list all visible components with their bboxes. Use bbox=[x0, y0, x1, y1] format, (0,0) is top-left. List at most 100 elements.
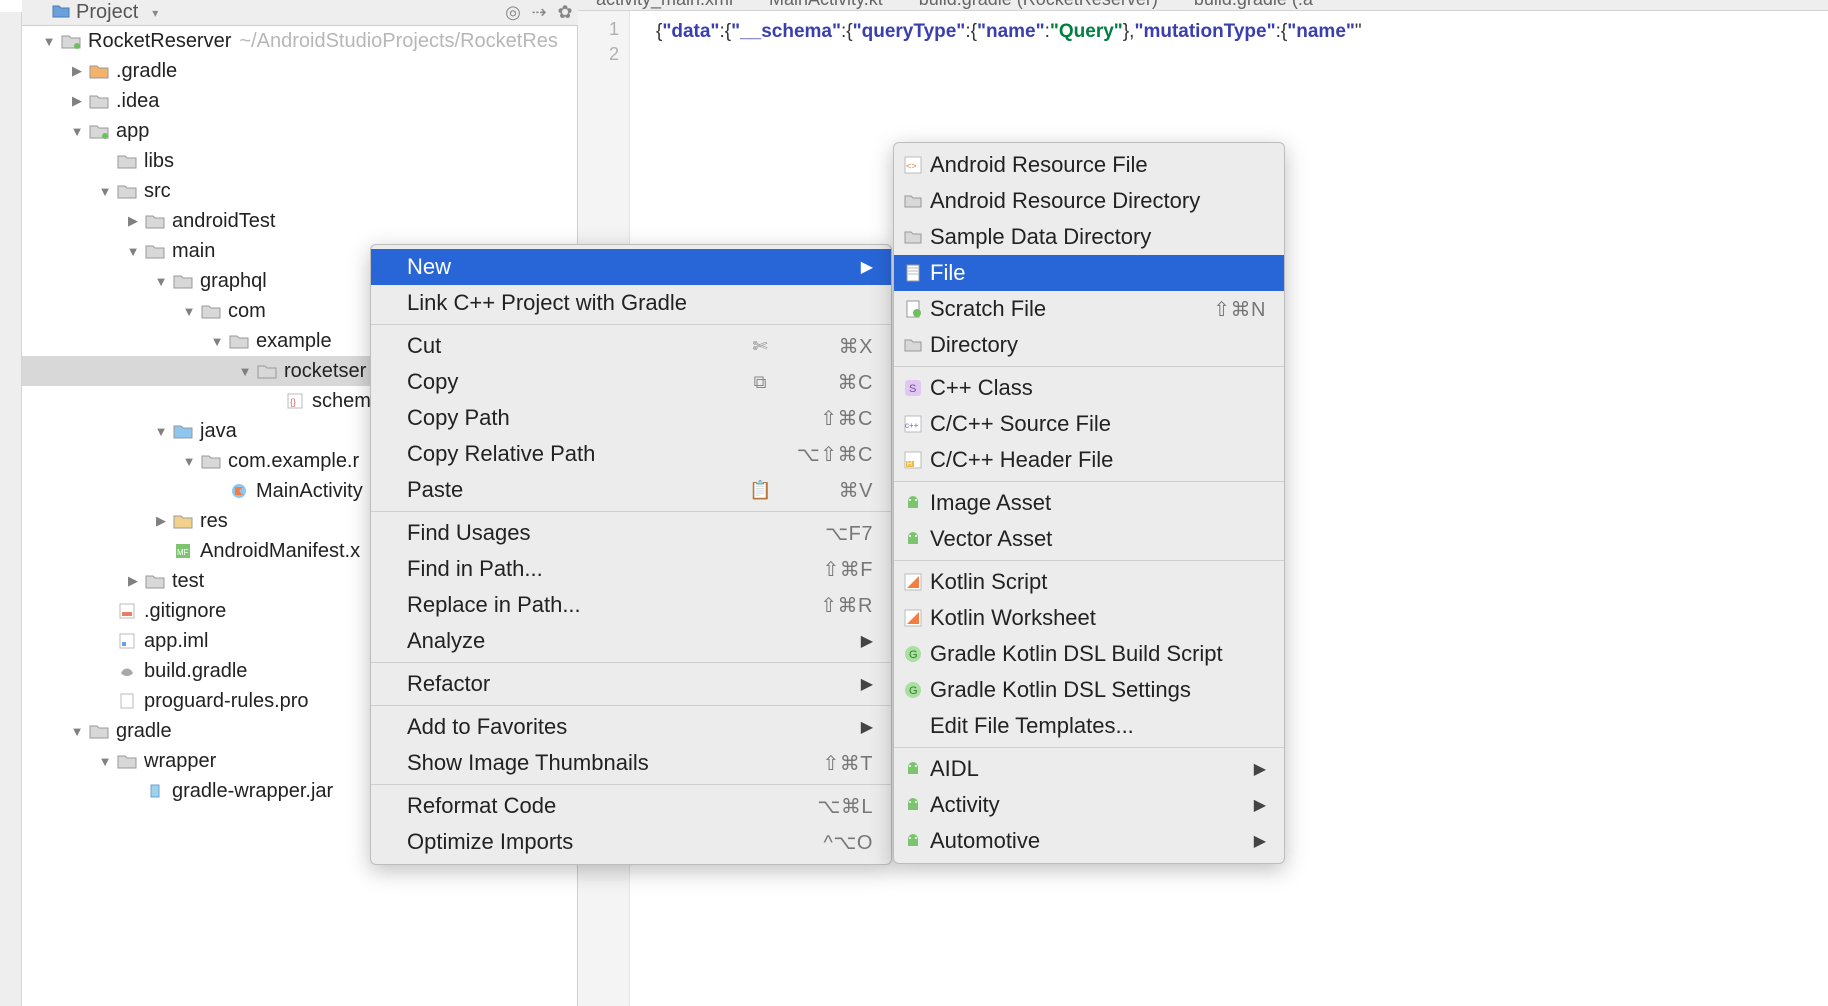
tree-item-label: RocketReserver bbox=[88, 30, 231, 53]
line-number: 2 bbox=[578, 44, 629, 69]
tree-row-src[interactable]: ▼ src bbox=[22, 176, 577, 206]
android-icon bbox=[902, 528, 924, 550]
submenu-item-directory[interactable]: Directory bbox=[894, 327, 1284, 363]
submenu-item-edit-file-templates-[interactable]: Edit File Templates... bbox=[894, 708, 1284, 744]
submenu-item-scratch-file[interactable]: Scratch File⇧⌘N bbox=[894, 291, 1284, 327]
menu-item-link-c-project-with-gradle[interactable]: Link C++ Project with Gradle bbox=[371, 285, 891, 321]
menu-item-label: Link C++ Project with Gradle bbox=[407, 290, 873, 316]
left-tool-strip[interactable] bbox=[0, 12, 22, 1006]
menu-item-find-usages[interactable]: Find Usages⌥F7 bbox=[371, 515, 891, 551]
menu-separator bbox=[371, 784, 891, 785]
submenu-item-aidl[interactable]: AIDL▶ bbox=[894, 751, 1284, 787]
menu-item-replace-in-path-[interactable]: Replace in Path...⇧⌘R bbox=[371, 587, 891, 623]
submenu-item-c-c-header-file[interactable]: HC/C++ Header File bbox=[894, 442, 1284, 478]
submenu-item-sample-data-directory[interactable]: Sample Data Directory bbox=[894, 219, 1284, 255]
menu-item-analyze[interactable]: Analyze▶ bbox=[371, 623, 891, 659]
tree-item-path: ~/AndroidStudioProjects/RocketRes bbox=[239, 30, 558, 53]
chevron-down-icon[interactable]: ▼ bbox=[210, 334, 224, 349]
chevron-down-icon[interactable]: ▼ bbox=[70, 124, 84, 139]
gear-icon[interactable]: ✿ bbox=[552, 2, 578, 23]
cpp-src-icon: c++ bbox=[902, 413, 924, 435]
submenu-item-automotive[interactable]: Automotive▶ bbox=[894, 823, 1284, 859]
tree-row-rocketreserver[interactable]: ▼ RocketReserver ~/AndroidStudioProjects/R… bbox=[22, 26, 577, 56]
menu-item-find-in-path-[interactable]: Find in Path...⇧⌘F bbox=[371, 551, 891, 587]
editor-tabs[interactable]: activity_main.xmlMainActivity.ktbuild.gr… bbox=[578, 0, 1828, 11]
blank-icon bbox=[902, 715, 924, 737]
chevron-down-icon[interactable]: ▼ bbox=[98, 754, 112, 769]
editor-tab[interactable]: build.gradle (:a bbox=[1176, 0, 1331, 10]
editor-tab[interactable]: MainActivity.kt bbox=[751, 0, 901, 10]
tree-item-label: res bbox=[200, 510, 228, 533]
chevron-down-icon[interactable]: ▼ bbox=[238, 364, 252, 379]
chevron-right-icon[interactable]: ▶ bbox=[70, 63, 84, 79]
menu-item-new[interactable]: New▶ bbox=[371, 249, 891, 285]
tree-item-label: src bbox=[144, 180, 171, 203]
submenu-item-android-resource-directory[interactable]: Android Resource Directory bbox=[894, 183, 1284, 219]
menu-shortcut: ⌘C bbox=[838, 370, 873, 395]
submenu-item-c-class[interactable]: SC++ Class bbox=[894, 370, 1284, 406]
tree-row-androidtest[interactable]: ▶androidTest bbox=[22, 206, 577, 236]
folder-icon bbox=[172, 272, 194, 290]
editor-tab[interactable]: activity_main.xml bbox=[578, 0, 751, 10]
tree-row-app[interactable]: ▼ app bbox=[22, 116, 577, 146]
menu-item-paste[interactable]: 📋Paste⌘V bbox=[371, 472, 891, 508]
menu-item-copy-relative-path[interactable]: Copy Relative Path⌥⇧⌘C bbox=[371, 436, 891, 472]
tree-row--idea[interactable]: ▶.idea bbox=[22, 86, 577, 116]
chevron-down-icon[interactable]: ▼ bbox=[98, 184, 112, 199]
svg-text:G: G bbox=[909, 649, 918, 661]
chevron-down-icon[interactable]: ▼ bbox=[182, 454, 196, 469]
menu-item-add-to-favorites[interactable]: Add to Favorites▶ bbox=[371, 709, 891, 745]
tree-row-libs[interactable]: ▶libs bbox=[22, 146, 577, 176]
submenu-item-android-resource-file[interactable]: <>Android Resource File bbox=[894, 147, 1284, 183]
chevron-down-icon[interactable]: ▼ bbox=[182, 304, 196, 319]
code-editor[interactable]: {"data":{"__schema":{"queryType":{"name"… bbox=[656, 11, 1828, 43]
chevron-right-icon[interactable]: ▶ bbox=[70, 93, 84, 109]
submenu-item-kotlin-script[interactable]: Kotlin Script bbox=[894, 564, 1284, 600]
chevron-down-icon[interactable]: ▼ bbox=[154, 424, 168, 439]
submenu-item-vector-asset[interactable]: Vector Asset bbox=[894, 521, 1284, 557]
menu-item-copy[interactable]: ⧉Copy⌘C bbox=[371, 364, 891, 400]
menu-item-cut[interactable]: ✄Cut⌘X bbox=[371, 328, 891, 364]
menu-item-reformat-code[interactable]: Reformat Code⌥⌘L bbox=[371, 788, 891, 824]
tree-item-label: app bbox=[116, 120, 149, 143]
chevron-right-icon[interactable]: ▶ bbox=[154, 513, 168, 529]
submenu-item-image-asset[interactable]: Image Asset bbox=[894, 485, 1284, 521]
menu-item-refactor[interactable]: Refactor▶ bbox=[371, 666, 891, 702]
code-token: "data" bbox=[662, 21, 719, 42]
chevron-right-icon[interactable]: ▶ bbox=[126, 213, 140, 229]
chevron-down-icon[interactable]: ▼ bbox=[42, 34, 56, 49]
submenu-item-activity[interactable]: Activity▶ bbox=[894, 787, 1284, 823]
iml-icon bbox=[116, 632, 138, 650]
target-icon[interactable]: ◎ bbox=[500, 2, 526, 23]
project-dropdown[interactable]: Project bbox=[76, 1, 138, 24]
chevron-down-icon[interactable]: ▾ bbox=[152, 6, 158, 20]
menu-item-label: Copy bbox=[407, 369, 838, 395]
menu-item-label: C/C++ Header File bbox=[930, 447, 1266, 473]
menu-shortcut: ⇧⌘R bbox=[820, 593, 873, 618]
context-menu[interactable]: New▶ Link C++ Project with Gradle ✄Cut⌘X⧉C… bbox=[370, 244, 892, 865]
submenu-item-kotlin-worksheet[interactable]: Kotlin Worksheet bbox=[894, 600, 1284, 636]
submenu-item-file[interactable]: File bbox=[894, 255, 1284, 291]
collapse-icon[interactable]: ⇢ bbox=[526, 2, 552, 23]
menu-item-show-image-thumbnails[interactable]: Show Image Thumbnails⇧⌘T bbox=[371, 745, 891, 781]
file-icon bbox=[902, 262, 924, 284]
tree-item-label: main bbox=[172, 240, 215, 263]
chevron-right-icon[interactable]: ▶ bbox=[126, 573, 140, 589]
tree-row--gradle[interactable]: ▶.gradle bbox=[22, 56, 577, 86]
chevron-right-icon: ▶ bbox=[1254, 795, 1266, 815]
svg-text:<>: <> bbox=[906, 161, 917, 171]
submenu-item-gradle-kotlin-dsl-build-script[interactable]: GGradle Kotlin DSL Build Script bbox=[894, 636, 1284, 672]
menu-item-copy-path[interactable]: Copy Path⇧⌘C bbox=[371, 400, 891, 436]
submenu-item-c-c-source-file[interactable]: c++C/C++ Source File bbox=[894, 406, 1284, 442]
menu-item-optimize-imports[interactable]: Optimize Imports^⌥O bbox=[371, 824, 891, 860]
new-submenu[interactable]: <>Android Resource FileAndroid Resource … bbox=[893, 142, 1285, 864]
menu-shortcut: ⌘V bbox=[839, 478, 873, 503]
chevron-down-icon[interactable]: ▼ bbox=[126, 244, 140, 259]
submenu-item-gradle-kotlin-dsl-settings[interactable]: GGradle Kotlin DSL Settings bbox=[894, 672, 1284, 708]
chevron-down-icon[interactable]: ▼ bbox=[70, 724, 84, 739]
tree-item-label: java bbox=[200, 420, 237, 443]
tree-item-label: wrapper bbox=[144, 750, 216, 773]
editor-tab[interactable]: build.gradle (RocketReserver) bbox=[901, 0, 1176, 10]
chevron-down-icon[interactable]: ▼ bbox=[154, 274, 168, 289]
kotlin-s-icon bbox=[902, 571, 924, 593]
